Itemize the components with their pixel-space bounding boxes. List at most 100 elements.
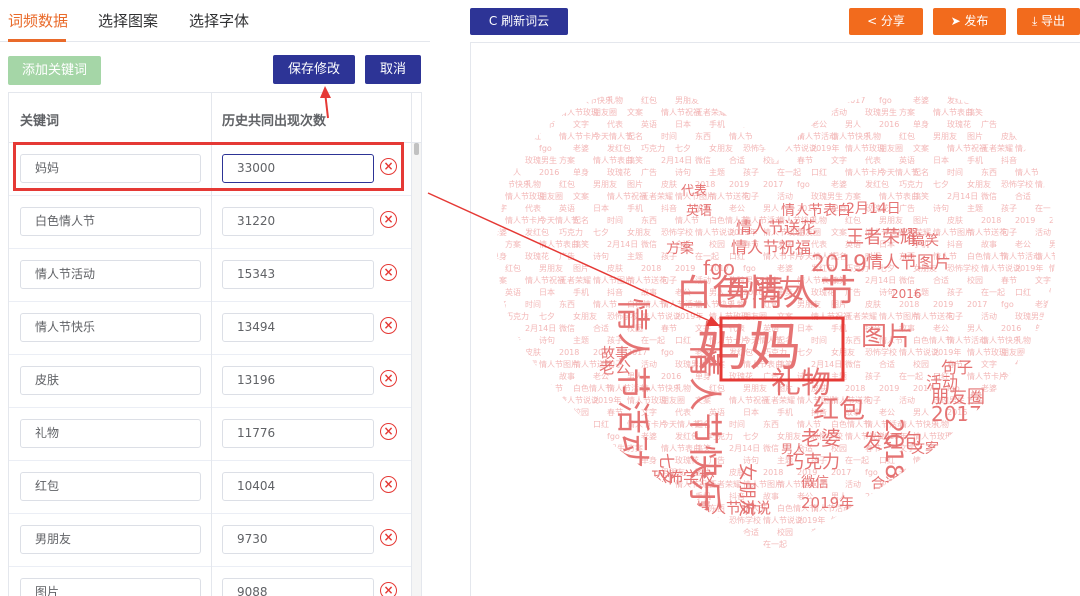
wordcloud-filler-word: 微信 bbox=[763, 443, 779, 453]
keyword-input[interactable]: 礼物 bbox=[20, 419, 201, 448]
wordcloud-filler-word: 孩子 bbox=[1069, 491, 1080, 501]
wordcloud-filler-word: 句子 bbox=[743, 191, 759, 201]
delete-row-icon[interactable]: × bbox=[380, 264, 397, 281]
wordcloud-filler-word: 女朋友 bbox=[695, 515, 719, 525]
wordcloud-filler-word: 校园 bbox=[505, 119, 521, 129]
wordcloud-filler-word: 情人节快乐 bbox=[1035, 251, 1075, 261]
table-row: 红包 10404 × bbox=[9, 461, 411, 514]
delete-row-icon[interactable]: × bbox=[380, 317, 397, 334]
delete-row-icon[interactable]: × bbox=[380, 582, 397, 596]
wordcloud-word: 校园 bbox=[866, 516, 892, 532]
wordcloud-filler-word: 2016 bbox=[661, 372, 681, 381]
tab-select-pattern[interactable]: 选择图案 bbox=[98, 10, 158, 31]
wordcloud-word: 代表 bbox=[681, 184, 707, 199]
wordcloud-filler-word: 句子 bbox=[1069, 515, 1080, 525]
keyword-input[interactable]: 红包 bbox=[20, 472, 201, 501]
wordcloud-filler-word: 七夕 bbox=[1015, 95, 1031, 105]
wordcloud-filler-word: 文案 bbox=[899, 515, 915, 525]
wordcloud-filler-word: 情人节玫瑰 bbox=[1049, 263, 1080, 273]
wordcloud-filler-word: 女朋友 bbox=[709, 143, 733, 153]
wordcloud-filler-word: 老婆 bbox=[845, 551, 861, 561]
table-scrollbar[interactable] bbox=[412, 143, 421, 596]
wordcloud-word: 情人节活动 bbox=[612, 298, 652, 468]
wordcloud-filler-word: 东西 bbox=[845, 335, 861, 345]
export-button[interactable]: ⤓ 导出 bbox=[1017, 8, 1080, 35]
wordcloud-filler-word: 2月14日 bbox=[525, 324, 556, 333]
wordcloud-filler-word: 礼物 bbox=[1069, 251, 1080, 261]
wordcloud-filler-word: 女朋友 bbox=[573, 311, 597, 321]
tab-word-frequency[interactable]: 词频数据 bbox=[8, 10, 68, 31]
table-row: 图片 9088 × bbox=[9, 567, 411, 596]
wordcloud-filler-word: 起名 bbox=[627, 131, 643, 141]
wordcloud-filler-word: 朋友圈 bbox=[607, 479, 631, 489]
save-changes-button[interactable]: 保存修改 bbox=[273, 55, 355, 84]
wordcloud-filler-word: 图片 bbox=[627, 179, 643, 189]
keyword-input[interactable]: 白色情人节 bbox=[20, 207, 201, 236]
wordcloud-filler-word: 玫瑰男生 bbox=[865, 107, 897, 117]
count-input[interactable]: 15343 bbox=[222, 260, 374, 289]
wordcloud-filler-word: 情人节说说 bbox=[505, 479, 545, 489]
wordcloud-filler-word: 2019 bbox=[1015, 216, 1035, 225]
wordcloud-filler-word: 日本 bbox=[933, 155, 949, 165]
count-input[interactable]: 13196 bbox=[222, 366, 374, 395]
wordcloud-filler-word: 代表 bbox=[1069, 275, 1080, 285]
cancel-button[interactable]: 取消 bbox=[365, 55, 421, 84]
wordcloud-filler-word: 微信 bbox=[505, 407, 521, 417]
wordcloud-filler-word: 女朋友 bbox=[1049, 95, 1073, 105]
table-scrollbar-thumb[interactable] bbox=[414, 143, 419, 155]
active-tab-indicator bbox=[8, 39, 66, 42]
wordcloud-filler-word: 男朋友 bbox=[593, 179, 617, 189]
wordcloud-filler-word: 皮肤 bbox=[675, 551, 691, 561]
count-input[interactable]: 9730 bbox=[222, 525, 374, 554]
wordcloud-filler-word: 英语 bbox=[899, 155, 915, 165]
wordcloud-filler-word: 方案 bbox=[845, 191, 861, 201]
wordcloud-filler-word: 时间 bbox=[947, 167, 963, 177]
count-input[interactable]: 10404 bbox=[222, 472, 374, 501]
delete-row-icon[interactable]: × bbox=[380, 211, 397, 228]
wordcloud-filler-word: 巧克力 bbox=[899, 179, 923, 189]
delete-row-icon[interactable]: × bbox=[380, 423, 397, 440]
delete-row-icon[interactable]: × bbox=[380, 529, 397, 546]
keyword-input[interactable]: 情人节活动 bbox=[20, 260, 201, 289]
wordcloud-filler-word: 七夕 bbox=[675, 143, 691, 153]
wordcloud-filler-word: 微信 bbox=[709, 527, 725, 537]
wordcloud-filler-word: 2017 bbox=[505, 144, 525, 153]
wordcloud-filler-word: 朋友圈 bbox=[1001, 347, 1025, 357]
count-input[interactable]: 13494 bbox=[222, 313, 374, 342]
add-keyword-button[interactable]: 添加关键词 bbox=[8, 56, 101, 85]
wordcloud-filler-word: 春节 bbox=[539, 119, 555, 129]
keyword-input[interactable]: 男朋友 bbox=[20, 525, 201, 554]
count-input[interactable]: 31220 bbox=[222, 207, 374, 236]
keyword-input[interactable]: 情人节快乐 bbox=[20, 313, 201, 342]
wordcloud-filler-word: 图片 bbox=[641, 551, 657, 561]
share-button[interactable]: < 分享 bbox=[849, 8, 923, 35]
keyword-input[interactable]: 图片 bbox=[20, 578, 201, 596]
tab-select-font[interactable]: 选择字体 bbox=[189, 10, 249, 31]
wordcloud-filler-word: 手机 bbox=[967, 155, 983, 165]
delete-row-icon[interactable]: × bbox=[380, 476, 397, 493]
wordcloud-filler-word: 东西 bbox=[967, 539, 983, 549]
count-input[interactable]: 11776 bbox=[222, 419, 374, 448]
wordcloud-filler-word: 王者荣耀 bbox=[641, 191, 673, 201]
wordcloud-filler-word: 七夕 bbox=[539, 311, 555, 321]
wordcloud-filler-word: 2016 bbox=[865, 492, 885, 501]
wordcloud-filler-word: 主题 bbox=[573, 335, 589, 345]
wordcloud-filler-word: 起名 bbox=[491, 299, 507, 309]
delete-row-icon[interactable]: × bbox=[380, 370, 397, 387]
wordcloud-filler-word: 玫瑰花 bbox=[933, 491, 957, 501]
wordcloud-filler-word: 故事 bbox=[981, 239, 997, 249]
keyword-input[interactable]: 皮肤 bbox=[20, 366, 201, 395]
wordcloud-filler-word: 文字 bbox=[831, 155, 847, 165]
wordcloud-filler-word: 王者荣耀 bbox=[505, 359, 537, 369]
wordcloud-filler-word: 英语 bbox=[641, 119, 657, 129]
refresh-wordcloud-button[interactable]: C 刷新词云 bbox=[470, 8, 568, 35]
publish-button[interactable]: ➤ 发布 bbox=[933, 8, 1006, 35]
wordcloud-filler-word: 2019年 bbox=[797, 515, 825, 525]
wordcloud-filler-word: 恐怖学校 bbox=[1001, 179, 1033, 189]
wordcloud-filler-word: 情人节图片 bbox=[729, 107, 769, 117]
wordcloud-filler-word: 2019 bbox=[729, 180, 749, 189]
wordcloud-filler-word: 诗句 bbox=[593, 251, 609, 261]
wordcloud-filler-word: 情人节快乐 bbox=[559, 467, 599, 477]
wordcloud-filler-word: 七夕 bbox=[947, 551, 963, 561]
count-input[interactable]: 9088 bbox=[222, 578, 374, 596]
